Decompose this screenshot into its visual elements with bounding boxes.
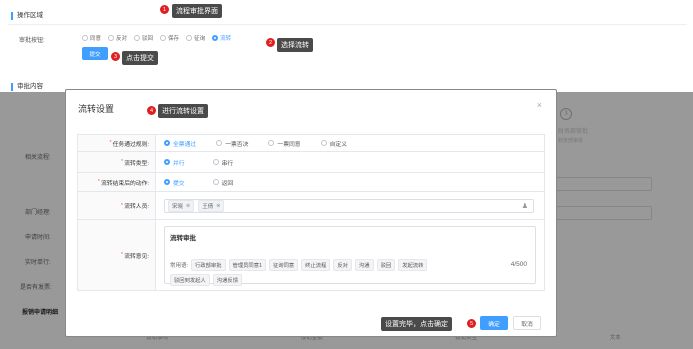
radio-one-veto[interactable]: 一票否决: [216, 139, 248, 148]
dialog-title: 流转设置: [78, 104, 115, 114]
callout-number-3: 3: [111, 52, 120, 61]
callout-number-1: 1: [160, 5, 169, 14]
section-operation-title: 操作区域: [11, 12, 43, 20]
person-icon[interactable]: ♟: [522, 202, 528, 210]
phrase-chip[interactable]: 驳回: [376, 259, 396, 271]
settings-form: * 任务通过规则: 全票通过 一票否决 一票同意 自定义 * 流转类型: 并行 串行…: [77, 134, 545, 291]
common-phrases: 常用语: 行政部审批 管理员同意1 征询同意 终止流程 反对 沟通 驳回 发起流…: [170, 259, 470, 286]
callout-number-4: 4: [147, 106, 156, 115]
radio-circle-icon: [164, 159, 170, 165]
transfer-settings-dialog: 流转设置 × * 任务通过规则: 全票通过 一票否决 一票同意 自定义 * 流转类型…: [65, 89, 557, 337]
radio-one-agree[interactable]: 一票同意: [268, 139, 301, 148]
radio-parallel[interactable]: 并行: [164, 158, 185, 167]
common-phrases-label: 常用语:: [170, 263, 189, 269]
radio-return[interactable]: 返回: [212, 178, 233, 187]
row-transfer-opinion: * 流转意见: 流转审批 常用语: 行政部审批 管理员同意1 征询同意 终止流程 …: [78, 220, 544, 290]
radio-transfer[interactable]: 流转: [212, 34, 231, 42]
callout-number-2: 2: [266, 38, 275, 47]
radio-reject[interactable]: 驳回: [134, 34, 153, 42]
remove-tag-icon[interactable]: ⊗: [186, 203, 190, 209]
callout-text-4: 进行流转设置: [158, 104, 208, 118]
transfer-opinion-label: * 流转意见:: [78, 220, 156, 290]
callout-number-5: 5: [467, 319, 476, 328]
radio-oppose[interactable]: 反对: [108, 34, 127, 42]
phrase-chip[interactable]: 行政部审批: [191, 259, 226, 271]
radio-serial[interactable]: 串行: [212, 158, 233, 167]
remove-tag-icon[interactable]: ⊗: [216, 203, 220, 209]
radio-circle-icon: [164, 140, 170, 146]
radio-all-pass[interactable]: 全票通过: [164, 139, 196, 148]
callout-text-5: 设置完毕，点击确定: [381, 317, 452, 331]
radio-custom[interactable]: 自定义: [320, 139, 347, 148]
phrase-chip[interactable]: 沟通: [354, 259, 374, 271]
phrase-chip[interactable]: 管理员同意1: [228, 259, 266, 271]
radio-submit[interactable]: 提交: [164, 178, 185, 187]
submit-button[interactable]: 提交: [82, 47, 108, 60]
phrase-chip[interactable]: 沟通反馈: [212, 274, 242, 286]
person-tag: 王倩 ⊗: [198, 199, 225, 212]
callout-text-3: 点击提交: [122, 51, 158, 65]
phrase-chip[interactable]: 征询同意: [268, 259, 299, 271]
callout-text-1: 流程审批界面: [172, 4, 222, 18]
radio-circle-icon: [186, 35, 193, 41]
approval-buttons-label: 审批按钮:: [19, 38, 45, 44]
radio-circle-icon: [212, 179, 219, 185]
char-count: 4/500: [510, 261, 527, 268]
row-after-action: * 流转结束后的动作: 提交 返回: [78, 173, 544, 192]
section-approval-content-title: 审批内容: [11, 83, 43, 91]
after-action-label: * 流转结束后的动作:: [78, 173, 156, 191]
row-transfer-people: * 流转人员: 宋晓 ⊗ 王倩 ⊗ ♟: [78, 192, 544, 220]
confirm-button[interactable]: 确定: [480, 316, 508, 330]
radio-circle-icon: [160, 35, 167, 41]
row-transfer-type: * 流转类型: 并行 串行: [78, 152, 544, 173]
radio-save[interactable]: 保存: [160, 34, 179, 42]
callout-text-2: 选择流转: [277, 38, 313, 52]
transfer-type-label: * 流转类型:: [78, 152, 156, 172]
opinion-textarea[interactable]: 流转审批 常用语: 行政部审批 管理员同意1 征询同意 终止流程 反对 沟通 驳…: [164, 226, 536, 286]
transfer-people-label: * 流转人员:: [78, 192, 156, 219]
radio-circle-icon: [164, 179, 170, 185]
radio-circle-icon: [134, 35, 141, 41]
radio-consult[interactable]: 征询: [186, 34, 205, 42]
row-pass-rule: * 任务通过规则: 全票通过 一票否决 一票同意 自定义: [78, 135, 544, 152]
cancel-button[interactable]: 取消: [513, 316, 541, 330]
phrase-chip[interactable]: 发起流转: [398, 259, 428, 271]
opinion-text: 流转审批: [170, 235, 196, 242]
phrase-chip[interactable]: 终止流程: [301, 259, 331, 271]
radio-circle-icon: [212, 159, 219, 165]
radio-circle-icon: [82, 35, 88, 41]
radio-circle-icon: [320, 140, 327, 146]
phrase-chip[interactable]: 反对: [333, 259, 352, 271]
people-selector[interactable]: 宋晓 ⊗ 王倩 ⊗ ♟: [164, 198, 534, 213]
radio-circle-icon: [216, 140, 223, 146]
person-tag: 宋晓 ⊗: [168, 199, 195, 212]
divider: [8, 24, 687, 25]
radio-circle-icon: [268, 140, 275, 146]
radio-circle-icon: [108, 35, 115, 41]
radio-agree[interactable]: 同意: [82, 34, 101, 42]
pass-rule-label: * 任务通过规则:: [78, 135, 156, 151]
radio-circle-icon: [212, 35, 219, 41]
close-icon[interactable]: ×: [537, 100, 542, 110]
phrase-chip[interactable]: 驳回到发起人: [170, 274, 210, 286]
approval-radio-group: 同意 反对 驳回 保存 征询 流转: [82, 34, 231, 42]
